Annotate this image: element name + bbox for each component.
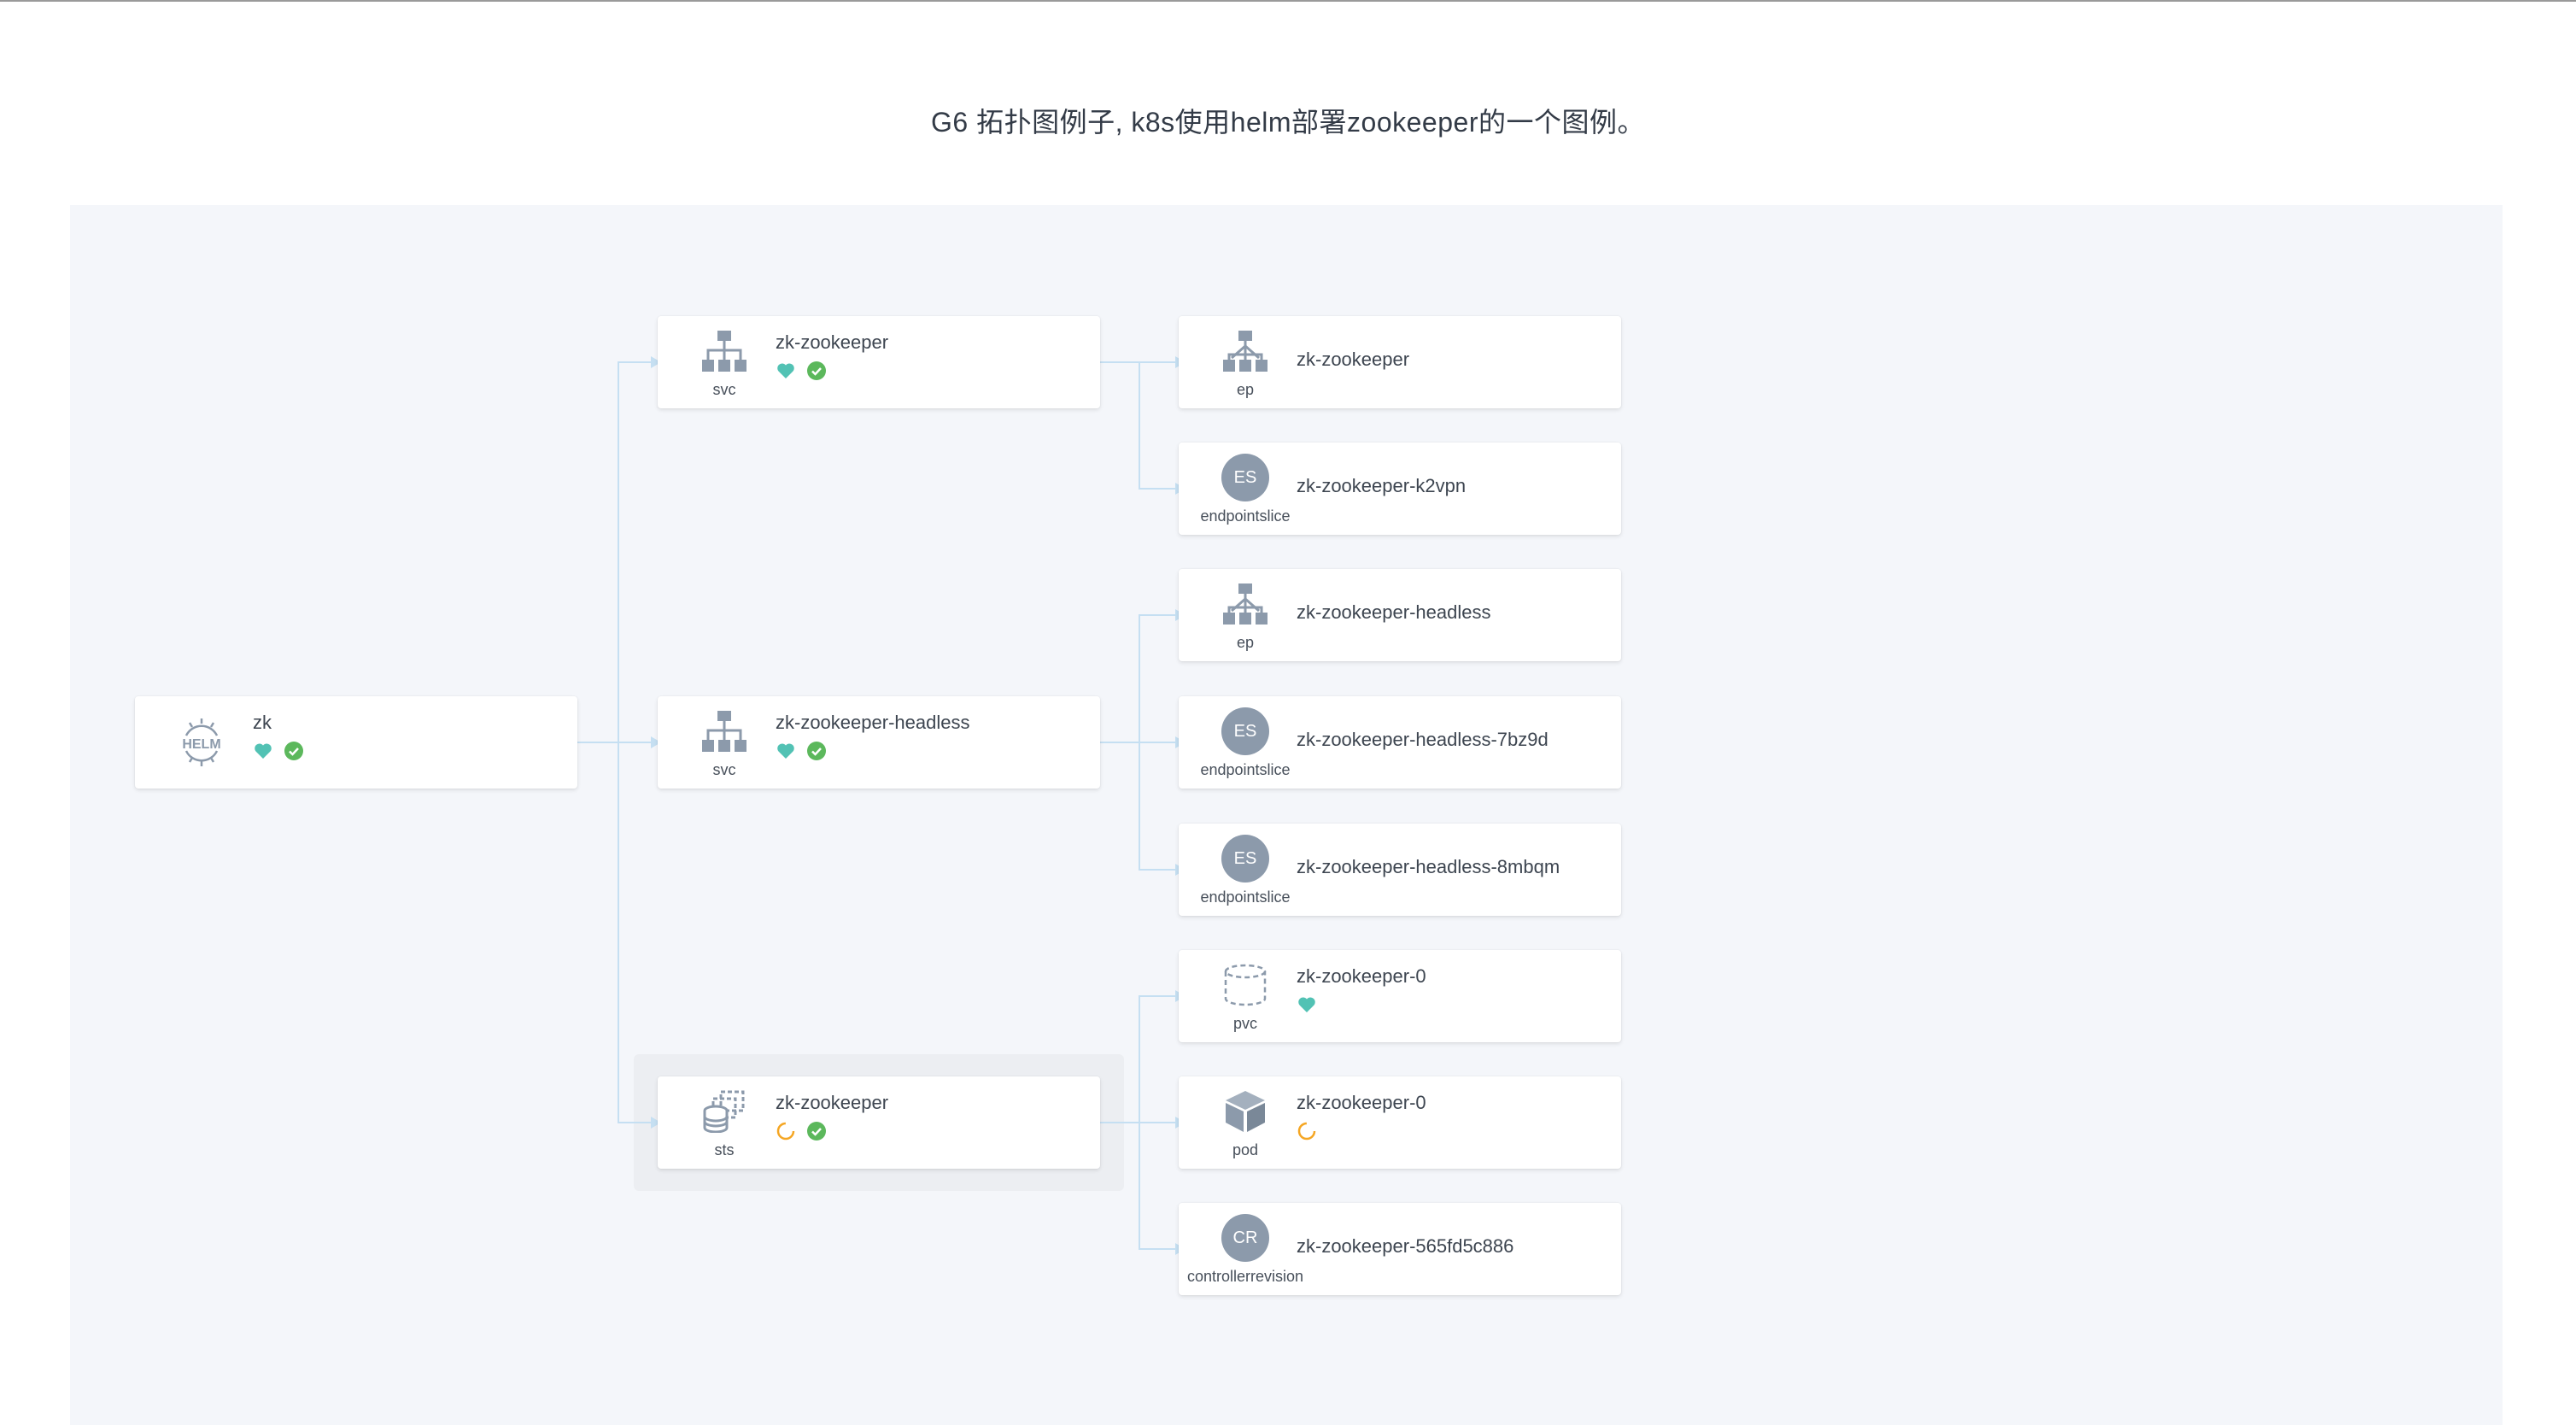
edge-helm-to-sts (618, 742, 651, 1123)
node-name: zk-zookeeper-565fd5c886 (1297, 1235, 1514, 1257)
edge-svc-to-es (1139, 362, 1175, 490)
pending-spinner-icon (1297, 1122, 1316, 1141)
check-circle-icon (807, 361, 826, 380)
edge-headless-to-es-8mbqm (1139, 742, 1175, 871)
edge-sts-to-pvc (1099, 995, 1175, 1123)
node-controllerrevision[interactable]: CR controllerrevision zk-zookeeper-565fd… (1179, 1203, 1621, 1295)
pvc-icon (1204, 962, 1286, 1008)
node-status (1297, 994, 1317, 1015)
node-status (1297, 1121, 1317, 1141)
pod-icon (1204, 1088, 1286, 1135)
node-sts-zk-zookeeper[interactable]: sts zk-zookeeper (658, 1076, 1100, 1169)
node-kind: endpointslice (1200, 888, 1291, 906)
pending-spinner-icon (776, 1122, 795, 1141)
endpoint-icon (1204, 581, 1286, 627)
controllerrevision-icon: CR (1204, 1214, 1286, 1262)
check-circle-icon (807, 742, 826, 760)
endpoint-icon (1204, 328, 1286, 374)
node-name: zk (253, 712, 272, 733)
node-svc-zk-zookeeper-headless[interactable]: svc zk-zookeeper-headless (658, 696, 1100, 789)
es-badge: ES (1221, 707, 1269, 755)
node-pvc-zk-zookeeper-0[interactable]: pvc zk-zookeeper-0 (1179, 950, 1621, 1042)
node-name: zk-zookeeper (776, 331, 889, 353)
node-name: zk-zookeeper-k2vpn (1297, 475, 1467, 496)
node-kind: endpointslice (1200, 507, 1291, 525)
service-icon (683, 708, 765, 754)
node-name: zk-zookeeper-0 (1297, 965, 1426, 987)
node-endpointslice-k2vpn[interactable]: ES endpointslice zk-zookeeper-k2vpn (1179, 443, 1621, 535)
node-helm-release[interactable]: HELM zk (135, 696, 577, 789)
heart-icon (777, 363, 794, 378)
check-circle-icon (284, 742, 303, 760)
top-rule (0, 0, 2576, 2)
heart-icon (777, 743, 794, 759)
node-endpointslice-8mbqm[interactable]: ES endpointslice zk-zookeeper-headless-8… (1179, 824, 1621, 916)
node-kind: controllerrevision (1186, 1268, 1304, 1285)
node-pod-zk-zookeeper-0[interactable]: pod zk-zookeeper-0 (1179, 1076, 1621, 1169)
node-name: zk-zookeeper (1297, 349, 1410, 370)
endpointslice-icon: ES (1204, 454, 1286, 501)
topology-canvas[interactable]: HELM zk svc zk-zookeeper svc zk-zookeepe… (70, 205, 2503, 1425)
node-name: zk-zookeeper-headless (1297, 601, 1491, 623)
page-title: G6 拓扑图例子, k8s使用helm部署zookeeper的一个图例。 (931, 107, 1645, 138)
check-circle-icon (807, 1122, 826, 1141)
node-kind: sts (714, 1141, 735, 1158)
node-kind: pvc (1232, 1015, 1257, 1032)
svg-text:HELM: HELM (182, 737, 220, 752)
node-ep-zk-zookeeper-headless[interactable]: ep zk-zookeeper-headless (1179, 569, 1621, 661)
node-endpointslice-7bz9d[interactable]: ES endpointslice zk-zookeeper-headless-7… (1179, 696, 1621, 789)
node-name: zk-zookeeper-headless (776, 712, 970, 733)
endpointslice-icon: ES (1204, 707, 1286, 755)
service-icon (683, 328, 765, 374)
node-name: zk-zookeeper-headless-7bz9d (1297, 729, 1549, 750)
node-kind: svc (712, 381, 736, 398)
node-status (776, 1121, 827, 1141)
edge-sts-to-cr (1139, 1123, 1175, 1250)
helm-icon: HELM (161, 715, 243, 770)
cr-badge: CR (1221, 1214, 1269, 1262)
node-kind: pod (1232, 1141, 1259, 1158)
node-kind: ep (1236, 381, 1255, 398)
node-name: zk-zookeeper (776, 1092, 889, 1113)
endpointslice-icon: ES (1204, 835, 1286, 883)
statefulset-icon (683, 1088, 765, 1135)
es-badge: ES (1221, 454, 1269, 501)
node-name: zk-zookeeper-0 (1297, 1092, 1426, 1113)
edge-helm-to-svc (577, 361, 651, 743)
heart-icon (1298, 997, 1315, 1012)
node-kind: ep (1236, 634, 1255, 651)
node-name: zk-zookeeper-headless-8mbqm (1297, 856, 1560, 877)
node-kind: svc (712, 761, 736, 778)
node-status (776, 741, 827, 761)
node-kind: endpointslice (1200, 761, 1291, 778)
node-status (776, 361, 827, 381)
node-svc-zk-zookeeper[interactable]: svc zk-zookeeper (658, 316, 1100, 408)
es-badge: ES (1221, 835, 1269, 883)
node-status (253, 741, 304, 761)
edge-headless-to-ep (1099, 614, 1175, 743)
node-ep-zk-zookeeper[interactable]: ep zk-zookeeper (1179, 316, 1621, 408)
heart-icon (255, 743, 272, 759)
